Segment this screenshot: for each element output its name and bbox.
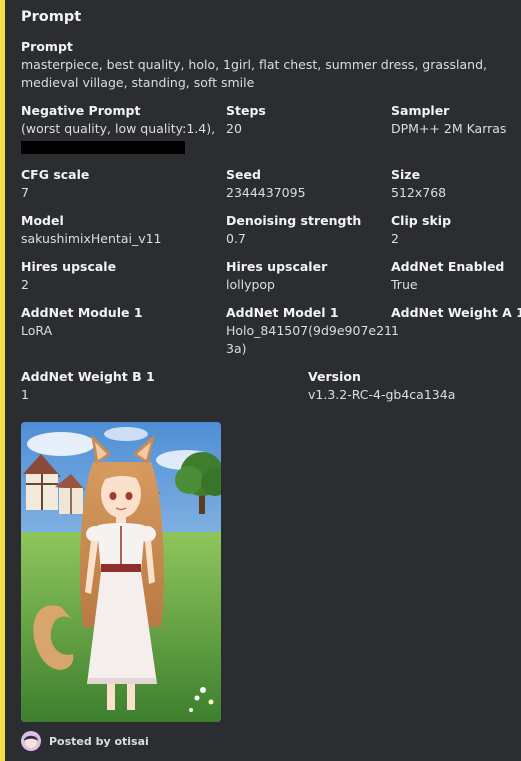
field-addnet-weight-a-1: AddNet Weight A 1 1 — [391, 304, 521, 340]
field-name-version: Version — [308, 369, 361, 384]
field-name-addnet-enabled: AddNet Enabled — [391, 259, 505, 274]
field-name-addnet-weight-b-1: AddNet Weight B 1 — [21, 369, 155, 384]
embed-title: Prompt — [21, 9, 82, 25]
field-version: Version v1.3.2-RC-4-gb4ca134a — [308, 368, 455, 404]
field-name-seed: Seed — [226, 167, 261, 182]
field-hires-upscaler: Hires upscaler lollypop — [226, 258, 327, 294]
embed-footer: Posted by otisai — [21, 731, 149, 751]
field-size: Size 512x768 — [391, 166, 446, 202]
field-name-negative-prompt: Negative Prompt — [21, 103, 141, 118]
field-value-negative-prompt: (worst quality, low quality:1.4), — [21, 121, 216, 136]
field-addnet-model-1: AddNet Model 1 Holo_841507(9d9e907e21 3a… — [226, 304, 392, 358]
field-name-hires-upscaler: Hires upscaler — [226, 259, 328, 274]
field-seed: Seed 2344437095 — [226, 166, 306, 202]
field-value-sampler: DPM++ 2M Karras — [391, 121, 507, 136]
field-value-addnet-weight-b-1: 1 — [21, 387, 29, 402]
field-value-addnet-enabled: True — [391, 277, 418, 292]
field-value-hires-upscale: 2 — [21, 277, 29, 292]
field-value-cfg-scale: 7 — [21, 185, 29, 200]
field-value-denoising-strength: 0.7 — [226, 231, 246, 246]
field-value-addnet-module-1: LoRA — [21, 323, 53, 338]
field-sampler: Sampler DPM++ 2M Karras — [391, 102, 506, 138]
field-value-addnet-model-1-line1: Holo_841507(9d9e907e21 — [226, 323, 392, 338]
redaction-bar — [21, 141, 185, 154]
footer-text: Posted by otisai — [49, 734, 149, 748]
field-name-hires-upscale: Hires upscale — [21, 259, 117, 274]
field-value-addnet-model-1-line2: 3a) — [226, 341, 247, 356]
field-addnet-weight-b-1: AddNet Weight B 1 1 — [21, 368, 155, 404]
field-denoising-strength: Denoising strength 0.7 — [226, 212, 361, 248]
field-name-clip-skip: Clip skip — [391, 213, 452, 228]
field-name-steps: Steps — [226, 103, 266, 118]
field-name-sampler: Sampler — [391, 103, 450, 118]
field-name-addnet-weight-a-1: AddNet Weight A 1 — [391, 305, 521, 320]
field-name-denoising-strength: Denoising strength — [226, 213, 362, 228]
field-clip-skip: Clip skip 2 — [391, 212, 451, 248]
field-name-addnet-module-1: AddNet Module 1 — [21, 305, 143, 320]
field-value-size: 512x768 — [391, 185, 447, 200]
field-value-hires-upscaler: lollypop — [226, 277, 275, 292]
field-value-model: sakushimixHentai_v11 — [21, 231, 162, 246]
field-cfg-scale: CFG scale 7 — [21, 166, 89, 202]
field-steps: Steps 20 — [226, 102, 266, 138]
field-value-seed: 2344437095 — [226, 185, 306, 200]
field-addnet-module-1: AddNet Module 1 LoRA — [21, 304, 143, 340]
field-name-size: Size — [391, 167, 421, 182]
generated-image[interactable] — [21, 422, 221, 722]
field-value-steps: 20 — [226, 121, 242, 136]
field-value-addnet-weight-a-1: 1 — [391, 323, 399, 338]
prompt-embed: Prompt Prompt masterpiece, best quality,… — [0, 0, 521, 761]
field-name-addnet-model-1: AddNet Model 1 — [226, 305, 339, 320]
field-name-model: Model — [21, 213, 64, 228]
field-addnet-enabled: AddNet Enabled True — [391, 258, 504, 294]
field-name-prompt: Prompt — [21, 39, 73, 54]
field-value-version: v1.3.2-RC-4-gb4ca134a — [308, 387, 456, 402]
field-value-prompt-line1: masterpiece, best quality, holo, 1girl, … — [21, 57, 487, 72]
field-hires-upscale: Hires upscale 2 — [21, 258, 116, 294]
field-prompt: Prompt masterpiece, best quality, holo, … — [21, 38, 511, 92]
field-value-clip-skip: 2 — [391, 231, 399, 246]
field-value-prompt-line2: medieval village, standing, soft smile — [21, 75, 255, 90]
avatar[interactable] — [21, 731, 41, 751]
field-negative-prompt: Negative Prompt (worst quality, low qual… — [21, 102, 221, 154]
field-model: Model sakushimixHentai_v11 — [21, 212, 162, 248]
field-name-cfg-scale: CFG scale — [21, 167, 90, 182]
